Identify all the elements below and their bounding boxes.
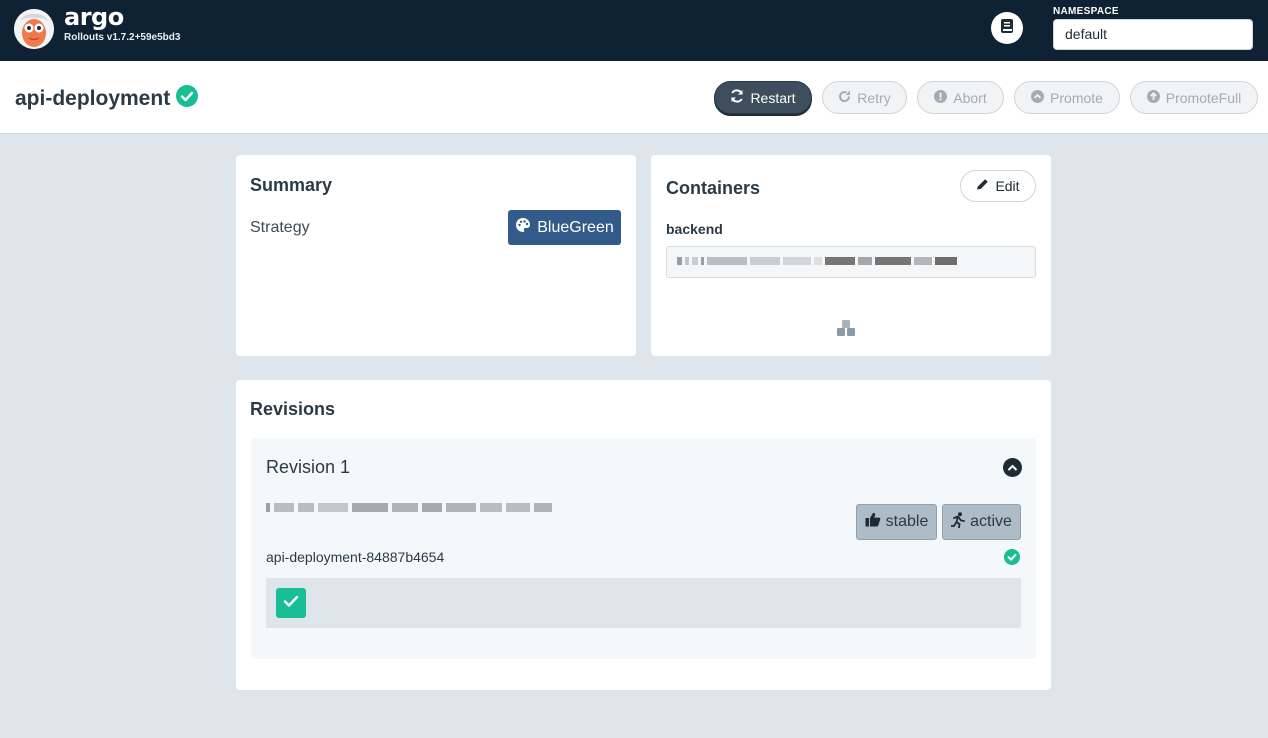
stable-tag: stable bbox=[856, 504, 937, 540]
cubes-icon bbox=[835, 318, 857, 343]
revisions-card: Revisions Revision 1 stable active api-d… bbox=[236, 380, 1051, 690]
strategy-value: BlueGreen bbox=[537, 218, 614, 236]
collapse-button[interactable] bbox=[1003, 458, 1022, 477]
edit-button[interactable]: Edit bbox=[960, 170, 1036, 202]
top-navbar: argo Rollouts v1.7.2+59e5bd3 NAMESPACE d… bbox=[0, 0, 1268, 61]
promote-full-button[interactable]: PromoteFull bbox=[1130, 81, 1258, 114]
summary-title: Summary bbox=[250, 175, 333, 195]
redo-icon bbox=[838, 90, 851, 106]
sync-icon bbox=[730, 89, 744, 106]
chevron-circle-up-icon bbox=[1031, 89, 1045, 106]
healthy-check-icon bbox=[176, 85, 199, 113]
strategy-badge: BlueGreen bbox=[508, 210, 621, 245]
docs-button[interactable] bbox=[991, 12, 1023, 44]
pods-container bbox=[266, 578, 1021, 628]
chevron-up-icon bbox=[1007, 459, 1018, 477]
rollout-name: api-deployment bbox=[15, 87, 171, 110]
brand-name: argo bbox=[64, 3, 124, 31]
promote-full-label: PromoteFull bbox=[1165, 89, 1242, 106]
redacted-revision-image bbox=[266, 503, 552, 512]
strategy-label: Strategy bbox=[250, 219, 310, 236]
thumbs-up-icon bbox=[865, 512, 881, 532]
argo-logo[interactable] bbox=[14, 9, 54, 49]
promote-label: Promote bbox=[1050, 89, 1103, 106]
arrow-circle-up-icon bbox=[1146, 89, 1160, 106]
page-title: api-deployment bbox=[15, 85, 199, 113]
book-icon bbox=[1000, 18, 1014, 39]
retry-label: Retry bbox=[857, 89, 891, 106]
palette-icon bbox=[515, 217, 531, 238]
containers-title: Containers bbox=[666, 178, 761, 198]
namespace-label: NAMESPACE bbox=[1053, 6, 1119, 17]
restart-label: Restart bbox=[750, 89, 796, 106]
retry-button[interactable]: Retry bbox=[822, 81, 907, 114]
rollout-header: api-deployment Restart Retry Abort Promo… bbox=[0, 61, 1268, 134]
promote-button[interactable]: Promote bbox=[1014, 81, 1120, 114]
replicaset-healthy-icon bbox=[1004, 549, 1020, 570]
summary-card: Summary Strategy BlueGreen bbox=[236, 155, 636, 356]
brand: argo Rollouts v1.7.2+59e5bd3 bbox=[64, 4, 180, 44]
edit-label: Edit bbox=[995, 178, 1020, 194]
abort-button[interactable]: Abort bbox=[917, 81, 1004, 114]
stable-label: stable bbox=[885, 513, 929, 530]
check-icon bbox=[283, 594, 299, 613]
revisions-title: Revisions bbox=[250, 399, 336, 419]
revision-item: Revision 1 stable active api-deployment-… bbox=[251, 438, 1036, 659]
exclamation-circle-icon bbox=[934, 89, 948, 106]
restart-button[interactable]: Restart bbox=[714, 81, 812, 114]
running-icon bbox=[950, 511, 965, 533]
container-image-input[interactable] bbox=[666, 246, 1036, 278]
abort-label: Abort bbox=[953, 89, 987, 106]
revision-title: Revision 1 bbox=[266, 457, 351, 477]
redacted-image-text bbox=[677, 257, 957, 265]
version-label: Rollouts v1.7.2+59e5bd3 bbox=[64, 32, 181, 43]
namespace-input[interactable]: default bbox=[1053, 19, 1253, 50]
replicaset-name: api-deployment-84887b4654 bbox=[266, 549, 445, 565]
active-tag: active bbox=[942, 504, 1021, 540]
pencil-icon bbox=[976, 178, 989, 194]
containers-card: Containers Edit backend bbox=[651, 155, 1051, 356]
pod-status-success[interactable] bbox=[276, 588, 306, 618]
container-name: backend bbox=[666, 221, 723, 237]
active-label: active bbox=[970, 513, 1012, 530]
